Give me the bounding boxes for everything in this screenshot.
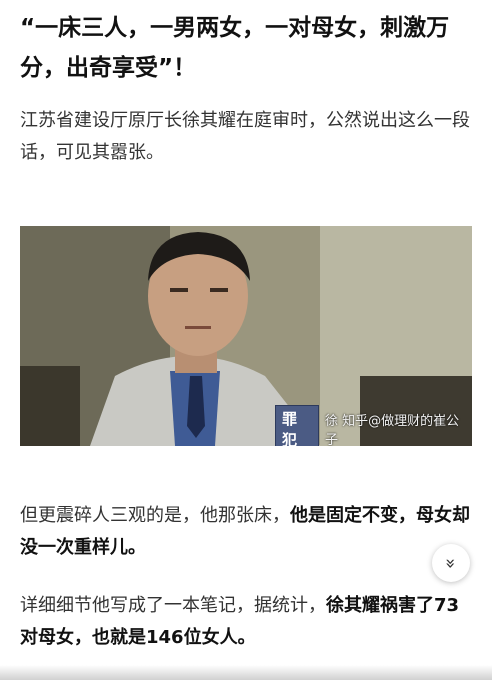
caption-tag: 罪犯 bbox=[275, 405, 319, 446]
bottom-fade bbox=[0, 665, 492, 680]
scroll-down-button[interactable]: » bbox=[432, 544, 470, 582]
article-paragraph-3: 详细细节他写成了一本笔记，据统计，徐其耀祸害了73对母女，也就是146位女人。 bbox=[20, 590, 475, 654]
article-paragraph-1: 江苏省建设厅原厅长徐其耀在庭审时，公然说出这么一段话，可见其嚣张。 bbox=[20, 110, 470, 163]
paragraph-3-normal: 详细细节他写成了一本笔记，据统计， bbox=[20, 595, 326, 616]
caption-text: 徐 知乎@做理财的崔公子 bbox=[324, 414, 460, 446]
article-title: “一床三人，一男两女，一对母女，刺激万分，出奇享受”！ bbox=[20, 15, 450, 81]
photo-caption: 罪犯 徐 知乎@做理财的崔公子 bbox=[275, 405, 472, 446]
double-chevron-down-icon: » bbox=[440, 557, 462, 569]
article-paragraph-2: 但更震碎人三观的是，他那张床，他是固定不变，母女却没一次重样儿。 bbox=[20, 500, 475, 564]
paragraph-2-normal: 但更震碎人三观的是，他那张床， bbox=[20, 505, 290, 526]
news-photo: 罪犯 徐 知乎@做理财的崔公子 bbox=[20, 226, 472, 446]
